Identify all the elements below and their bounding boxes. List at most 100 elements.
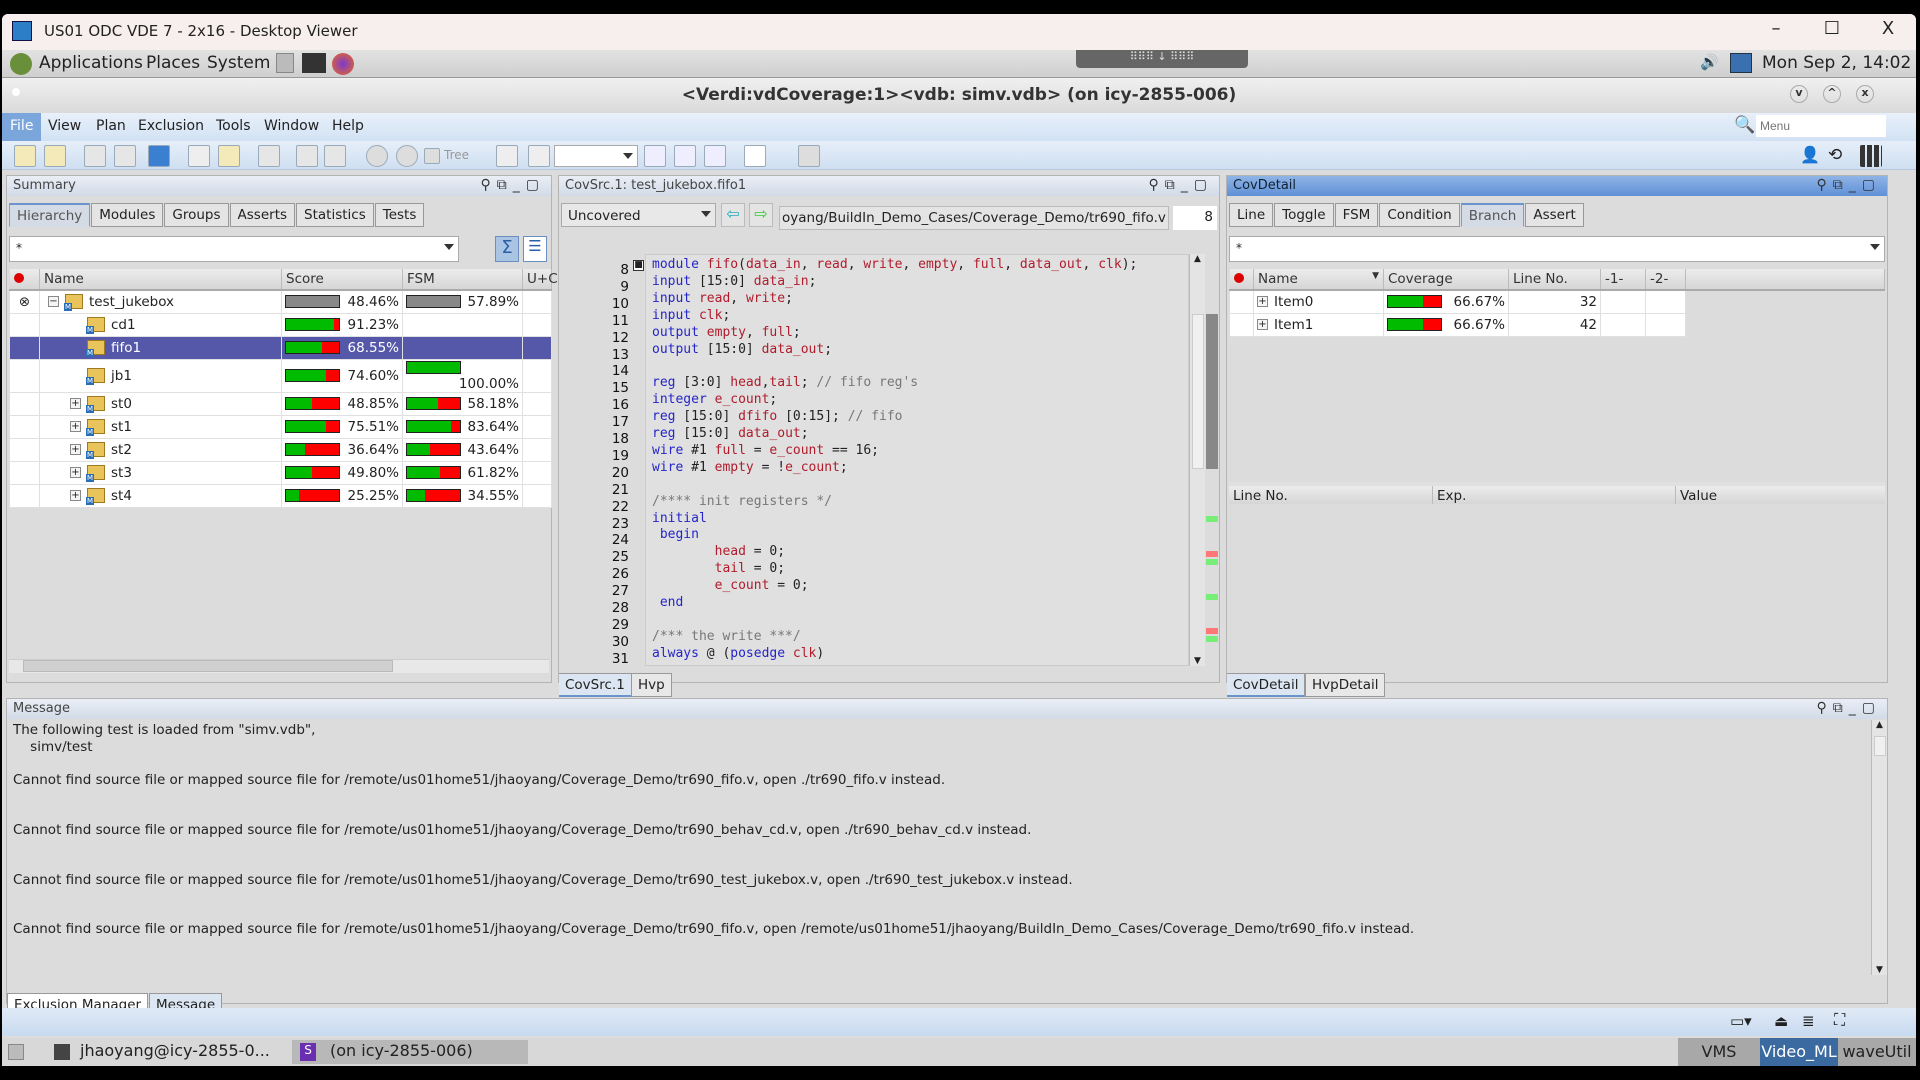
eraser-icon[interactable] <box>528 145 550 167</box>
filter-icon[interactable] <box>148 145 170 167</box>
taskbar-item-terminal[interactable]: jhaoyang@icy-2855-0... <box>46 1040 286 1064</box>
item-name[interactable]: Item0 <box>1274 294 1313 310</box>
excl-cell[interactable] <box>9 358 40 393</box>
layout-icon[interactable]: ▭▾ <box>1730 1012 1752 1030</box>
volume-icon[interactable]: 🔊 <box>1700 53 1719 71</box>
menu-file[interactable]: File <box>2 113 42 141</box>
item-name[interactable]: Item1 <box>1274 317 1313 333</box>
exclude-icon[interactable] <box>84 145 106 167</box>
scroll-thumb[interactable] <box>23 660 393 672</box>
table-row[interactable]: ⊗− test_jukebox 48.46% 57.89% <box>9 289 552 314</box>
expand-icon[interactable]: + <box>1257 296 1268 308</box>
summary-filter[interactable]: * <box>9 236 459 262</box>
table-row[interactable]: + st2 36.64% 43.64% <box>9 437 552 462</box>
terminal-icon[interactable] <box>302 53 326 73</box>
viewer-toolbar-handle[interactable]: ⠿⠿⠿ ↓ ⠿⠿⠿ <box>1076 50 1248 68</box>
expand-icon[interactable]: + <box>70 398 81 409</box>
coverage-column-header[interactable]: Coverage <box>1383 269 1509 291</box>
excl-cell[interactable]: ⊗ <box>9 289 40 314</box>
excl-cell[interactable] <box>9 483 40 508</box>
line-number-input[interactable]: 8 <box>1173 206 1217 230</box>
tab-statistics[interactable]: Statistics <box>296 203 374 227</box>
network-icon[interactable] <box>1730 53 1752 73</box>
menu-view[interactable]: View <box>48 118 81 134</box>
scroll-up-icon[interactable]: ▲ <box>1190 254 1205 264</box>
instance-name[interactable]: jb1 <box>111 368 132 384</box>
instance-name[interactable]: st3 <box>111 465 132 481</box>
table-row[interactable]: + st4 25.25% 34.55% <box>9 483 552 508</box>
shade-button[interactable]: v <box>1790 85 1808 103</box>
history-icon[interactable]: ⟲ <box>1828 145 1850 167</box>
panel-buttons[interactable]: ⚲⧉_▢ <box>1817 177 1881 193</box>
table-row[interactable]: jb1 74.60% 100.00% <box>9 358 552 393</box>
tab-hvp[interactable]: Hvp <box>631 673 672 697</box>
tab-asserts[interactable]: Asserts <box>229 203 296 227</box>
edit-icon[interactable] <box>496 145 518 167</box>
forward-arrow-icon[interactable]: ⇨ <box>749 203 773 227</box>
excl-cell[interactable] <box>9 437 40 462</box>
excl-cell[interactable] <box>9 391 40 416</box>
tab-hierarchy[interactable]: Hierarchy <box>9 203 91 227</box>
lineno-column-header[interactable]: Line No. <box>1508 269 1601 291</box>
tab-hvpdetail[interactable]: HvpDetail <box>1305 673 1386 697</box>
detail-lineno-header[interactable]: Line No. <box>1229 486 1433 504</box>
load-exclusion-icon[interactable] <box>218 145 240 167</box>
menu-plan[interactable]: Plan <box>96 118 126 134</box>
list-icon[interactable]: ☰ <box>523 236 547 262</box>
summary-hscrollbar[interactable] <box>9 659 549 673</box>
dock-icon[interactable]: ⏏ <box>1774 1012 1788 1030</box>
instance-name[interactable]: st1 <box>111 419 132 435</box>
scroll-thumb[interactable] <box>1192 314 1204 469</box>
name-column-header[interactable]: Name <box>39 269 282 291</box>
instance-name[interactable]: st4 <box>111 488 132 504</box>
check-icon[interactable] <box>366 145 388 167</box>
message-log[interactable]: The following test is loaded from "simv.… <box>7 720 1871 975</box>
fsm-column-header[interactable]: FSM <box>402 269 523 291</box>
close-button[interactable]: X <box>1868 18 1908 39</box>
menu-help[interactable]: Help <box>332 118 364 134</box>
toolbar-combo[interactable] <box>554 145 638 167</box>
delete-icon[interactable] <box>296 145 318 167</box>
excl-cell[interactable] <box>1229 289 1254 314</box>
clear-filter-icon[interactable] <box>324 145 346 167</box>
panel-buttons[interactable]: ⚲⧉_▢ <box>481 177 545 193</box>
detail-exp-header[interactable]: Exp. <box>1433 486 1676 504</box>
comment-icon[interactable] <box>644 145 666 167</box>
system-menu[interactable]: System <box>207 53 270 73</box>
scroll-down-icon[interactable]: ▼ <box>1872 965 1887 975</box>
source-code-view[interactable]: module fifo(data_in, read, write, empty,… <box>645 254 1189 666</box>
score-column-header[interactable]: Score <box>281 269 403 291</box>
tab-modules[interactable]: Modules <box>91 203 164 227</box>
tab-branch[interactable]: Branch <box>1460 203 1525 227</box>
instance-name[interactable]: test_jukebox <box>89 294 174 310</box>
fullscreen-icon[interactable]: ⛶ <box>1834 1010 1845 1030</box>
back-arrow-icon[interactable]: ⇦ <box>721 203 745 227</box>
tab-condition[interactable]: Condition <box>1379 203 1460 227</box>
collapse-icon[interactable]: − <box>48 296 59 308</box>
tab-line[interactable]: Line <box>1229 203 1274 227</box>
instance-name[interactable]: fifo1 <box>111 340 141 356</box>
excl-cell[interactable] <box>1229 312 1254 337</box>
excl-column-header[interactable] <box>1229 269 1254 291</box>
workspace-waveutil[interactable]: waveUtil <box>1838 1038 1916 1066</box>
uncheck-icon[interactable] <box>396 145 418 167</box>
source-path-field[interactable]: oyang/BuildIn_Demo_Cases/Coverage_Demo/t… <box>779 206 1169 230</box>
unexclude-icon[interactable] <box>114 145 136 167</box>
menu-tools[interactable]: Tools <box>216 118 251 134</box>
covdetail-filter[interactable]: * <box>1229 236 1885 262</box>
scroll-down-icon[interactable]: ▼ <box>1190 656 1205 666</box>
instance-name[interactable]: cd1 <box>111 317 136 333</box>
workspace-video-ml[interactable]: Video_ML <box>1760 1038 1838 1066</box>
excl-column-header[interactable] <box>9 269 40 291</box>
scroll-thumb[interactable] <box>1874 736 1886 756</box>
expand-icon[interactable]: + <box>70 490 81 501</box>
coverage-mode-select[interactable]: Uncovered <box>561 203 716 227</box>
show-desktop-icon[interactable] <box>8 1044 24 1060</box>
tab-fsm[interactable]: FSM <box>1334 203 1379 227</box>
excl-cell[interactable] <box>9 414 40 439</box>
close-db-icon[interactable] <box>44 145 66 167</box>
apps-grid-icon[interactable] <box>1860 145 1882 167</box>
tab-covdetail[interactable]: CovDetail <box>1227 673 1306 697</box>
save-exclusion-icon[interactable] <box>188 145 210 167</box>
expand-icon[interactable]: + <box>1257 319 1268 330</box>
